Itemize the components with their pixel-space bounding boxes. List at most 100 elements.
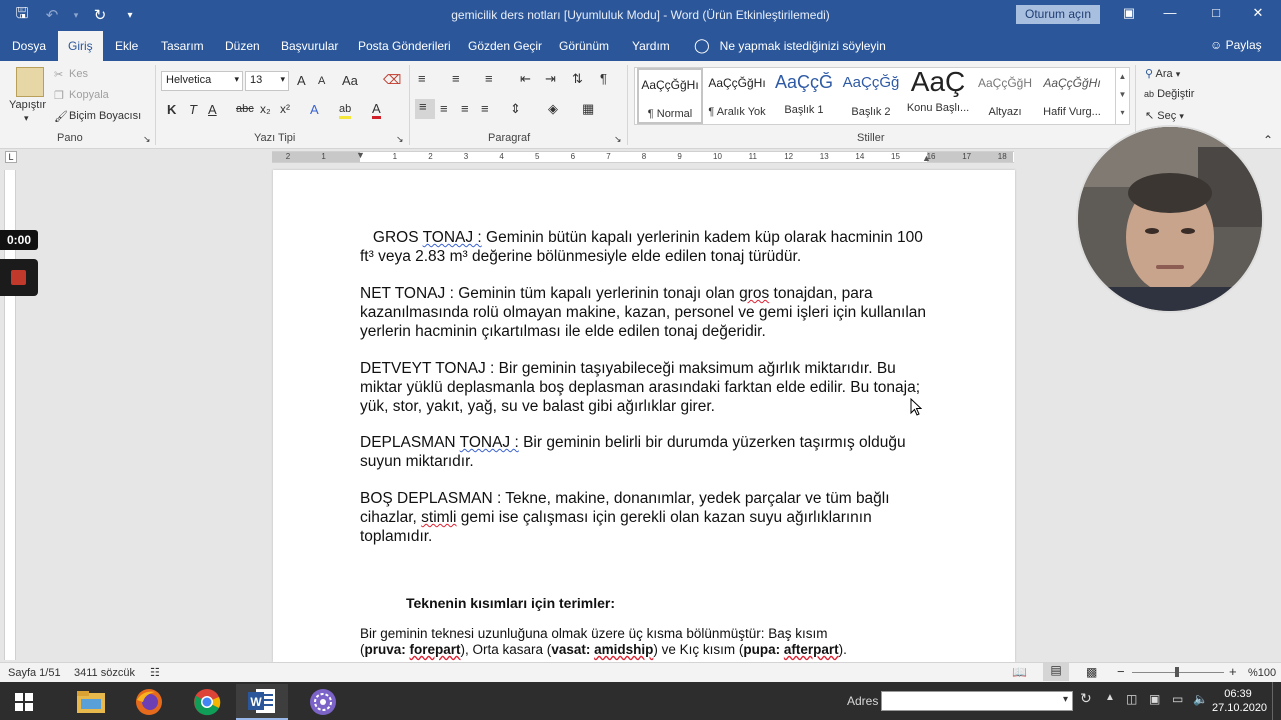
style-subtle-emphasis[interactable]: AaÇçĞğHı Hafif Vurg...: [1039, 68, 1105, 124]
tab-file[interactable]: Dosya: [12, 39, 46, 53]
text-effects-icon[interactable]: A: [310, 102, 319, 117]
numbering-icon[interactable]: ≡: [452, 71, 460, 86]
paste-button[interactable]: Yapıştır: [9, 99, 46, 111]
minimize-button[interactable]: —: [1155, 5, 1185, 20]
select-button[interactable]: ↖ Seç ▾: [1145, 109, 1184, 122]
clear-formatting-icon[interactable]: ⌫: [383, 72, 401, 88]
undo-icon[interactable]: ↶: [42, 6, 62, 24]
zoom-in-icon[interactable]: +: [1229, 664, 1237, 679]
replace-button[interactable]: ab Değiştir: [1144, 88, 1194, 100]
format-painter-button[interactable]: Biçim Boyacısı: [69, 110, 141, 122]
tab-view[interactable]: Görünüm: [559, 39, 609, 53]
tab-selector[interactable]: L: [5, 151, 17, 163]
align-right-icon[interactable]: ≡: [461, 101, 469, 116]
highlight-icon[interactable]: ab: [339, 102, 352, 119]
document-page[interactable]: GROS TONAJ : Geminin bütün kapalı yerler…: [273, 170, 1015, 662]
paste-dropdown-icon[interactable]: ▾: [24, 113, 29, 124]
save-icon[interactable]: 🖫: [12, 5, 32, 24]
align-center-icon[interactable]: ≡: [440, 101, 448, 116]
web-layout-icon[interactable]: ▩: [1086, 665, 1097, 679]
right-indent-marker-icon[interactable]: ▲: [922, 153, 931, 163]
sort-icon[interactable]: ⇅: [572, 71, 583, 87]
style-normal[interactable]: AaÇçĞğHı ¶ Normal: [637, 68, 703, 124]
styles-scroll[interactable]: ▲ ▼ ▾: [1115, 68, 1129, 124]
bullets-icon[interactable]: ≡: [418, 71, 426, 86]
subscript-button[interactable]: x₂: [260, 102, 271, 116]
maximize-button[interactable]: □: [1201, 5, 1231, 20]
word-count[interactable]: 3411 sözcük: [74, 667, 135, 679]
horizontal-ruler[interactable]: 2 1 1 2 3 4 5 6 7 8 9 10 11 12 13 14 15 16 17 18 ▼ ▲: [272, 150, 1014, 163]
print-layout-icon[interactable]: ▤: [1043, 663, 1069, 681]
italic-button[interactable]: T: [189, 102, 197, 117]
battery-icon[interactable]: ▭: [1172, 692, 1183, 706]
customize-qat-icon[interactable]: ▾: [120, 6, 140, 24]
read-mode-icon[interactable]: 📖: [1012, 665, 1027, 679]
taskbar-recorder[interactable]: [297, 684, 349, 720]
style-heading-1[interactable]: AaÇçĞ Başlık 1: [771, 68, 837, 124]
style-heading-2[interactable]: AaÇçĞğ Başlık 2: [838, 68, 904, 124]
stop-recording-button[interactable]: [0, 259, 38, 296]
undo-dropdown-icon[interactable]: ▾: [72, 6, 80, 24]
multilevel-list-icon[interactable]: ≡: [485, 71, 493, 86]
style-no-spacing[interactable]: AaÇçĞğHı ¶ Aralık Yok: [704, 68, 770, 124]
zoom-out-icon[interactable]: −: [1117, 664, 1125, 679]
tab-layout[interactable]: Düzen: [225, 39, 260, 53]
zoom-slider-thumb[interactable]: [1175, 667, 1179, 677]
font-launcher-icon[interactable]: ↘: [396, 134, 404, 145]
tab-review[interactable]: Gözden Geçir: [468, 39, 542, 53]
start-button[interactable]: [0, 684, 48, 720]
taskbar-chrome[interactable]: [181, 684, 233, 720]
redo-icon[interactable]: ↻: [90, 6, 110, 24]
strikethrough-button[interactable]: abc: [236, 103, 254, 115]
clipboard-launcher-icon[interactable]: ↘: [143, 134, 151, 145]
show-marks-icon[interactable]: ¶: [600, 71, 607, 86]
taskbar-file-explorer[interactable]: [65, 684, 117, 720]
paragraph-launcher-icon[interactable]: ↘: [614, 134, 622, 145]
page-count[interactable]: Sayfa 1/51: [8, 667, 61, 679]
sd-card-icon[interactable]: ▣: [1149, 692, 1160, 706]
cut-button[interactable]: Kes: [69, 68, 88, 80]
taskbar-firefox[interactable]: [123, 684, 175, 720]
indent-marker-icon[interactable]: ▼: [356, 150, 365, 160]
taskbar-word[interactable]: W: [236, 684, 288, 720]
grow-font-icon[interactable]: A: [297, 73, 306, 88]
address-input[interactable]: ▾: [881, 691, 1073, 711]
taskbar-clock[interactable]: 06:39 27.10.2020: [1212, 687, 1267, 715]
close-button[interactable]: ✕: [1243, 5, 1273, 21]
line-spacing-icon[interactable]: ⇕: [510, 101, 521, 117]
tell-me-box[interactable]: ◯ Ne yapmak istediğinizi söyleyin: [694, 37, 886, 54]
proofing-icon[interactable]: ☷: [150, 666, 160, 679]
font-size-box[interactable]: 13 ▾: [245, 71, 289, 91]
style-subtitle[interactable]: AaÇçĞğH Altyazı: [972, 68, 1038, 124]
tab-design[interactable]: Tasarım: [161, 39, 204, 53]
tab-references[interactable]: Başvurular: [281, 39, 338, 53]
increase-indent-icon[interactable]: ⇥: [545, 71, 556, 87]
network-icon[interactable]: ◫: [1126, 692, 1137, 706]
ribbon-display-options-icon[interactable]: ▣: [1114, 5, 1144, 21]
font-color-icon[interactable]: A: [372, 101, 381, 119]
style-title[interactable]: AaÇ Konu Başlı...: [905, 66, 971, 124]
tab-home[interactable]: Giriş: [58, 31, 103, 61]
align-left-icon[interactable]: ≡: [415, 99, 435, 119]
copy-button[interactable]: Kopyala: [69, 89, 109, 101]
decrease-indent-icon[interactable]: ⇤: [520, 71, 531, 87]
borders-icon[interactable]: ▦: [582, 101, 594, 117]
zoom-level[interactable]: %100: [1248, 667, 1276, 679]
tab-insert[interactable]: Ekle: [115, 39, 138, 53]
justify-icon[interactable]: ≡: [481, 101, 489, 116]
refresh-icon[interactable]: ↻: [1080, 690, 1092, 707]
volume-icon[interactable]: 🔈: [1193, 692, 1208, 706]
show-desktop-button[interactable]: [1272, 682, 1275, 720]
shading-icon[interactable]: ◈: [548, 101, 558, 117]
font-name-box[interactable]: Helvetica ▾: [161, 71, 243, 91]
underline-button[interactable]: A: [208, 102, 217, 117]
collapse-ribbon-icon[interactable]: ⌃: [1263, 133, 1273, 147]
change-case-icon[interactable]: Aa: [342, 73, 358, 88]
tab-mailings[interactable]: Posta Gönderileri: [358, 39, 451, 53]
paste-icon[interactable]: [16, 67, 44, 97]
bold-button[interactable]: K: [167, 102, 176, 117]
shrink-font-icon[interactable]: A: [318, 75, 325, 87]
find-button[interactable]: ⚲ Ara ▾: [1145, 67, 1180, 80]
share-button[interactable]: ☺ Paylaş: [1210, 38, 1262, 52]
superscript-button[interactable]: x²: [280, 102, 290, 116]
